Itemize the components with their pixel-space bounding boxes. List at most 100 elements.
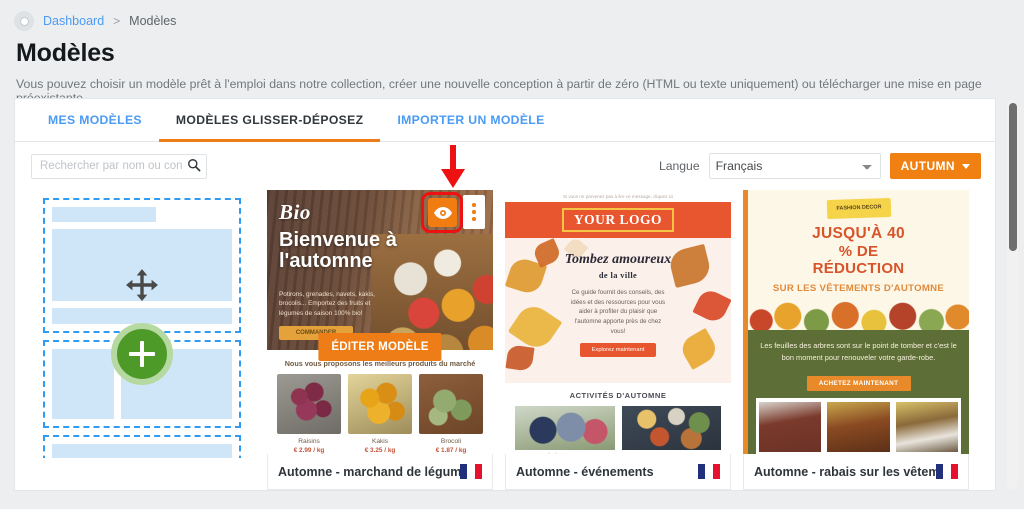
product-name: Brocoli bbox=[440, 438, 462, 445]
france-flag-icon bbox=[936, 464, 958, 479]
template-section-title: ACTIVITÉS D'AUTOMNE bbox=[569, 391, 667, 400]
template-paragraph: Les feuilles des arbres sont sur le poin… bbox=[760, 341, 957, 362]
template-preheader: Si vous ne parvenez pas à lire ce messag… bbox=[505, 190, 731, 202]
france-flag-icon bbox=[698, 464, 720, 479]
clothing-image bbox=[759, 402, 822, 452]
breadcrumb-link-dashboard[interactable]: Dashboard bbox=[43, 14, 104, 28]
page-root: Dashboard > Modèles Modèles Vous pouvez … bbox=[0, 0, 1024, 509]
template-cta-button: ACHETEZ MAINTENANT bbox=[806, 376, 911, 391]
template-logo: FASHION DECOR bbox=[826, 197, 891, 220]
breadcrumb-current: Modèles bbox=[129, 14, 177, 28]
chevron-down-icon bbox=[962, 163, 970, 169]
placeholder-block-bottom bbox=[43, 435, 241, 458]
product-item: Raisins € 2.99 / kg bbox=[277, 374, 341, 454]
toolbar: Langue Français AUTUMN bbox=[15, 142, 995, 190]
clothing-image bbox=[895, 402, 958, 452]
tab-importer-un-modele[interactable]: IMPORTER UN MODÈLE bbox=[380, 113, 561, 142]
tab-bar: MES MODÈLES MODÈLES GLISSER-DÉPOSEZ IMPO… bbox=[15, 99, 995, 142]
product-item: Kakis € 3.25 / kg bbox=[348, 374, 412, 454]
leaf-decoration bbox=[677, 328, 721, 370]
templates-grid: Bio Bienvenue à l'automne Potirons, gren… bbox=[15, 190, 995, 490]
headline-percent: % bbox=[838, 242, 853, 260]
template-paragraph: Ce guide fournit des conseils, des idées… bbox=[570, 289, 666, 335]
template-headline-line2: % DE bbox=[758, 242, 959, 260]
placeholder-block-top bbox=[43, 198, 241, 333]
language-label: Langue bbox=[658, 159, 700, 173]
template-logo-band: YOUR LOGO bbox=[505, 202, 731, 238]
template-headline-main: Tombez amoureux bbox=[564, 252, 672, 267]
leaf-decoration bbox=[505, 344, 535, 372]
create-new-template-button[interactable] bbox=[111, 323, 173, 385]
template-logo: YOUR LOGO bbox=[561, 208, 675, 232]
template-images-row bbox=[505, 400, 731, 450]
search-input[interactable] bbox=[31, 153, 207, 179]
placeholder-bar bbox=[52, 308, 232, 324]
template-name: Automne - événements bbox=[516, 464, 654, 479]
scrollbar-thumb[interactable] bbox=[1008, 103, 1017, 251]
blank-template-thumbnail[interactable] bbox=[29, 190, 255, 458]
autumn-filter-button[interactable]: AUTUMN bbox=[889, 153, 981, 179]
product-item: Brocoli € 1.87 / kg bbox=[419, 374, 483, 454]
template-thumbnail[interactable]: Bio Bienvenue à l'automne Potirons, gren… bbox=[267, 190, 493, 458]
page-title: Modèles bbox=[16, 39, 115, 67]
tab-mes-modeles[interactable]: MES MODÈLES bbox=[31, 113, 159, 142]
headline-de: DE bbox=[856, 242, 879, 260]
template-logo: Bio bbox=[279, 200, 311, 224]
activity-image bbox=[621, 406, 721, 450]
product-image bbox=[348, 374, 412, 434]
product-price: € 3.25 / kg bbox=[364, 447, 396, 454]
template-activities-section: ACTIVITÉS D'AUTOMNE ÉVÉNEMENTS RESTAURAN… bbox=[505, 383, 731, 458]
vertical-scrollbar[interactable] bbox=[1007, 100, 1018, 490]
templates-panel: MES MODÈLES MODÈLES GLISSER-DÉPOSEZ IMPO… bbox=[14, 98, 996, 491]
product-price: € 1.87 / kg bbox=[435, 447, 467, 454]
template-subheadline: de la ville bbox=[598, 270, 638, 280]
template-cta-button: Explorez maintenant bbox=[580, 343, 656, 358]
dashboard-circle-icon bbox=[14, 11, 34, 31]
product-image bbox=[419, 374, 483, 434]
template-paragraph: Potirons, grenades, navets, kakis, broco… bbox=[279, 291, 375, 317]
template-products-row: Raisins € 2.99 / kg Kakis € 3.25 / kg Br… bbox=[267, 374, 493, 454]
eye-icon bbox=[433, 206, 452, 219]
placeholder-bar bbox=[52, 207, 157, 222]
france-flag-icon bbox=[460, 464, 482, 479]
template-name: Automne - rabais sur les vêtem... bbox=[754, 464, 936, 479]
autumn-filter-label: AUTUMN bbox=[900, 159, 955, 173]
template-thumbnail[interactable]: Si vous ne parvenez pas à lire ce messag… bbox=[505, 190, 731, 458]
placeholder-image bbox=[52, 444, 232, 458]
product-price: € 2.99 / kg bbox=[293, 447, 325, 454]
template-card-rabais-vetements[interactable]: FASHION DECOR JUSQU'À 40 % DE RÉDUCTION … bbox=[743, 190, 969, 490]
template-hero: Bio Bienvenue à l'automne Potirons, gren… bbox=[267, 190, 493, 350]
breadcrumb-separator-icon: > bbox=[113, 14, 121, 28]
template-subheadline: SUR LES VÊTEMENTS D'AUTOMNE bbox=[772, 283, 945, 295]
preview-eye-button[interactable] bbox=[428, 198, 457, 227]
product-name: Raisins bbox=[298, 438, 320, 445]
edit-template-button[interactable]: ÉDITER MODÈLE bbox=[318, 333, 442, 361]
breadcrumb: Dashboard > Modèles bbox=[0, 0, 1024, 32]
search-box bbox=[31, 153, 207, 179]
card-footer: Automne - rabais sur les vêtem... bbox=[743, 454, 969, 490]
template-card-marchand-de-legumes[interactable]: Bio Bienvenue à l'automne Potirons, gren… bbox=[267, 190, 493, 490]
template-body: Tombez amoureux de la ville Ce guide fou… bbox=[505, 236, 731, 383]
activity-image bbox=[515, 406, 615, 450]
language-select[interactable]: Français bbox=[708, 153, 881, 179]
template-images-row bbox=[756, 398, 961, 456]
template-card-evenements[interactable]: Si vous ne parvenez pas à lire ce messag… bbox=[505, 190, 731, 490]
leaf-decoration bbox=[692, 286, 731, 326]
tab-modeles-glisser-deposez[interactable]: MODÈLES GLISSER-DÉPOSEZ bbox=[158, 113, 381, 142]
template-card-blank[interactable] bbox=[29, 190, 255, 490]
template-thumbnail[interactable]: FASHION DECOR JUSQU'À 40 % DE RÉDUCTION … bbox=[743, 190, 969, 458]
template-headline: JUSQU'À 40 % DE RÉDUCTION bbox=[748, 218, 969, 277]
template-headline-line3: RÉDUCTION bbox=[812, 259, 905, 277]
toolbar-right: Langue Français AUTUMN bbox=[659, 153, 981, 179]
template-headline: Bienvenue à l'automne bbox=[279, 229, 397, 273]
product-image bbox=[277, 374, 341, 434]
template-name: Automne - marchand de légum... bbox=[278, 464, 460, 479]
template-headline: Tombez amoureux de la ville bbox=[505, 238, 731, 280]
clothing-image bbox=[827, 402, 890, 452]
card-footer: Automne - marchand de légum... bbox=[267, 454, 493, 490]
headline-text: JUSQU'À 40 bbox=[812, 225, 905, 242]
move-handle-icon[interactable] bbox=[125, 268, 159, 302]
template-options-menu-button[interactable] bbox=[463, 195, 485, 229]
placeholder-image bbox=[52, 349, 114, 419]
card-footer: Automne - événements bbox=[505, 454, 731, 490]
